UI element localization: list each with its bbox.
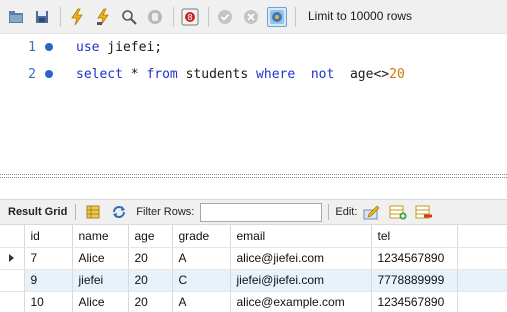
column-header[interactable]: grade: [172, 225, 231, 248]
result-toolbar: Result Grid Filter Rows: Edit:: [0, 199, 507, 225]
toolbar-separator: [75, 204, 77, 220]
refresh-icon[interactable]: [110, 203, 128, 221]
table-cell[interactable]: 1234567890: [371, 247, 458, 270]
open-file-icon[interactable]: [6, 7, 26, 27]
column-header[interactable]: name: [72, 225, 129, 248]
rollback-icon[interactable]: [241, 7, 261, 27]
explain-icon[interactable]: [119, 7, 139, 27]
insert-row-icon[interactable]: [389, 203, 407, 221]
result-grid: id name age grade email tel 7 Alice 20 A…: [0, 225, 507, 312]
table-row[interactable]: 9 jiefei 20 C jiefei@jiefei.com 77788899…: [0, 269, 507, 292]
current-row-marker-icon: [0, 247, 25, 270]
table-cell[interactable]: A: [172, 247, 231, 270]
row-marker-header: [0, 225, 25, 248]
column-header[interactable]: tel: [371, 225, 458, 248]
table-cell[interactable]: A: [172, 291, 231, 312]
commit-icon[interactable]: [215, 7, 235, 27]
code-token: use: [76, 39, 100, 55]
code-token: where: [256, 66, 296, 82]
statement-marker-icon: [45, 43, 53, 51]
row-marker: [0, 291, 25, 312]
statement-marker-icon: [45, 70, 53, 78]
sql-editor[interactable]: 1 use jiefei; 2 select * from students w…: [0, 34, 507, 174]
pane-splitter[interactable]: [0, 174, 507, 184]
autocommit-icon[interactable]: [267, 6, 287, 27]
code-token: from: [146, 66, 178, 82]
code-token: students: [177, 66, 257, 82]
table-cell[interactable]: 10: [24, 291, 73, 312]
execute-current-icon[interactable]: [93, 7, 113, 27]
code-token: not: [310, 66, 335, 82]
table-cell[interactable]: 20: [128, 247, 173, 270]
column-header[interactable]: email: [230, 225, 372, 248]
toolbar-separator: [173, 6, 174, 27]
code-token: jiefei;: [99, 39, 163, 55]
line-number: 2: [28, 66, 36, 82]
table-cell[interactable]: 20: [128, 269, 173, 292]
grid-filler: [457, 269, 507, 292]
toolbar-separator: [328, 204, 330, 220]
code-token: 20: [389, 66, 405, 82]
table-cell[interactable]: jiefei@jiefei.com: [230, 269, 372, 292]
code-token: age<>: [334, 66, 390, 82]
toolbar-separator: [295, 6, 296, 27]
code-token: *: [122, 66, 147, 82]
execute-icon[interactable]: [67, 7, 87, 27]
table-header-row: id name age grade email tel: [0, 225, 507, 248]
toolbar-separator: [60, 6, 61, 27]
table-cell[interactable]: Alice: [72, 291, 129, 312]
table-cell[interactable]: Alice: [72, 247, 129, 270]
row-marker: [0, 269, 25, 292]
column-header[interactable]: id: [24, 225, 73, 248]
grid-filler: [457, 291, 507, 312]
table-cell[interactable]: 20: [128, 291, 173, 312]
table-row[interactable]: 7 Alice 20 A alice@jiefei.com 1234567890: [0, 247, 507, 270]
limit-rows-select[interactable]: Limit to 10000 rows: [302, 7, 418, 27]
svg-text:8: 8: [187, 13, 192, 22]
table-row[interactable]: 10 Alice 20 A alice@example.com 12345678…: [0, 291, 507, 312]
edit-label: Edit:: [335, 206, 358, 218]
stop-icon[interactable]: [145, 7, 165, 27]
toggle-continue-on-error-icon[interactable]: 8: [180, 7, 200, 27]
form-view-icon[interactable]: [84, 203, 102, 221]
sql-editor-toolbar: 8 Limit to 10000 rows: [0, 0, 507, 34]
filter-rows-label: Filter Rows:: [136, 206, 195, 218]
table-cell[interactable]: 7778889999: [371, 269, 458, 292]
table-cell[interactable]: C: [172, 269, 231, 292]
code-line: 2 select * from students where not age<>…: [0, 64, 405, 84]
filter-rows-input[interactable]: [200, 202, 323, 222]
save-icon[interactable]: [32, 7, 52, 27]
edit-current-row-icon[interactable]: [363, 203, 381, 221]
grid-filler: [457, 247, 507, 270]
table-cell[interactable]: 1234567890: [371, 291, 458, 312]
table-cell[interactable]: alice@jiefei.com: [230, 247, 372, 270]
result-grid-tab[interactable]: Result Grid: [8, 206, 67, 218]
table-cell[interactable]: 9: [24, 269, 73, 292]
table-cell[interactable]: jiefei: [72, 269, 129, 292]
table-cell[interactable]: alice@example.com: [230, 291, 372, 312]
delete-row-icon[interactable]: [415, 203, 433, 221]
grid-filler: [457, 225, 507, 248]
toolbar-separator: [208, 6, 209, 27]
code-token: select: [76, 66, 123, 82]
line-number: 1: [28, 39, 36, 55]
table-cell[interactable]: 7: [24, 247, 73, 270]
column-header[interactable]: age: [128, 225, 173, 248]
code-line: 1 use jiefei;: [0, 37, 162, 57]
